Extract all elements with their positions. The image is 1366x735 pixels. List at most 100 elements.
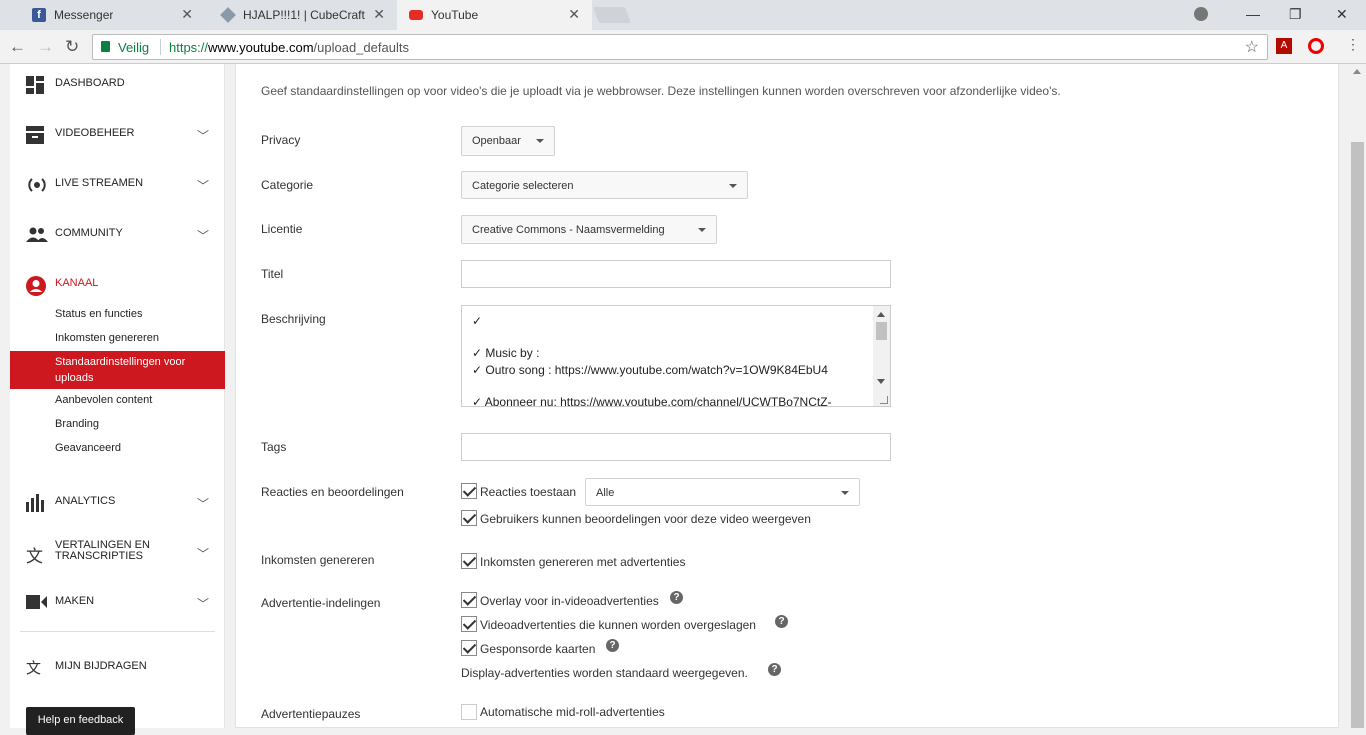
scroll-up-icon[interactable] xyxy=(877,312,885,317)
monetize-ads-checkbox[interactable] xyxy=(461,553,477,569)
category-label: Categorie xyxy=(261,178,314,192)
close-icon[interactable]: ✕ xyxy=(568,6,580,23)
sidebar-item-label: Dashboard xyxy=(55,77,125,89)
minimize-icon[interactable]: — xyxy=(1246,6,1260,22)
category-select[interactable]: Categorie selecteren xyxy=(461,171,748,199)
license-value: Creative Commons - Naamsvermelding xyxy=(472,224,665,236)
page-scroll-thumb[interactable] xyxy=(1351,142,1364,728)
address-bar[interactable]: Veilig https://www.youtube.com/upload_de… xyxy=(92,34,1268,60)
window-close-icon[interactable]: ✕ xyxy=(1336,6,1348,23)
community-icon xyxy=(26,226,48,242)
sidebar-item-kanaal[interactable]: Kanaal xyxy=(10,264,225,304)
ad-skippable-checkbox[interactable] xyxy=(461,616,477,632)
menu-icon[interactable]: ⋮ xyxy=(1346,36,1360,53)
comments-select[interactable]: Alle xyxy=(585,478,860,506)
description-line: ✓ Music by : xyxy=(472,346,540,360)
title-input[interactable] xyxy=(461,260,891,288)
sidebar-item-label: Videobeheer xyxy=(55,127,135,139)
ratings-visible-checkbox[interactable] xyxy=(461,510,477,526)
allow-comments-label: Reacties toestaan xyxy=(480,485,577,499)
chevron-down-icon: ﹀ xyxy=(196,179,209,193)
translate-icon: 文 xyxy=(26,547,43,566)
chevron-down-icon xyxy=(536,139,544,143)
back-icon[interactable]: ← xyxy=(9,37,26,57)
tags-label: Tags xyxy=(261,440,287,454)
monetize-label: Inkomsten genereren xyxy=(261,553,375,567)
help-icon[interactable]: ? xyxy=(670,591,683,604)
sidebar-sub-status[interactable]: Status en functies xyxy=(55,308,142,320)
ad-overlay-checkbox[interactable] xyxy=(461,592,477,608)
description-label: Beschrijving xyxy=(261,312,326,326)
pdf-extension-icon[interactable]: A xyxy=(1276,38,1292,54)
sidebar-item-community[interactable]: Community ﹀ xyxy=(10,214,225,254)
scroll-down-icon[interactable] xyxy=(877,379,885,384)
sidebar-item-vertalingen[interactable]: 文 Vertalingen en transcripties ﹀ xyxy=(10,532,225,572)
comments-value: Alle xyxy=(596,487,615,499)
chevron-down-icon xyxy=(841,491,849,495)
dashboard-icon xyxy=(26,76,46,94)
help-icon[interactable]: ? xyxy=(768,663,781,676)
tab-cubecraft[interactable]: HJALP!!!1! | CubeCraft Ga ✕ xyxy=(205,0,397,30)
sidebar-sub-advanced[interactable]: Geavanceerd xyxy=(55,442,121,454)
sidebar-sub-upload-defaults[interactable]: Standaardinstellingen voor uploads xyxy=(10,351,225,389)
analytics-icon xyxy=(26,494,46,512)
sidebar-item-videobeheer[interactable]: Videobeheer ﹀ xyxy=(10,114,225,154)
ratings-visible-label: Gebruikers kunnen beoordelingen voor dez… xyxy=(480,512,811,526)
scroll-up-icon[interactable] xyxy=(1353,69,1361,74)
sidebar-item-label: Analytics xyxy=(55,495,116,507)
tab-messenger[interactable]: f Messenger ✕ xyxy=(10,0,205,30)
opera-extension-icon[interactable] xyxy=(1308,38,1324,54)
allow-comments-checkbox[interactable] xyxy=(461,483,477,499)
restore-icon[interactable]: ❐ xyxy=(1289,6,1302,23)
contributions-icon: 文 xyxy=(26,660,42,677)
sidebar-item-dashboard[interactable]: Dashboard xyxy=(10,64,225,104)
reload-icon[interactable]: ↻ xyxy=(65,37,79,57)
comments-label: Reacties en beoordelingen xyxy=(261,485,404,499)
tags-input[interactable] xyxy=(461,433,891,461)
sidebar-sub-featured[interactable]: Aanbevolen content xyxy=(55,394,152,406)
tab-title: HJALP!!!1! | CubeCraft Ga xyxy=(243,8,368,22)
sidebar-item-analytics[interactable]: Analytics ﹀ xyxy=(10,482,225,522)
license-select[interactable]: Creative Commons - Naamsvermelding xyxy=(461,215,717,244)
close-icon[interactable]: ✕ xyxy=(181,6,193,23)
close-icon[interactable]: ✕ xyxy=(373,6,385,23)
sidebar-divider xyxy=(20,631,215,632)
sidebar-item-bijdragen[interactable]: 文 Mijn bijdragen xyxy=(10,647,225,687)
help-icon[interactable]: ? xyxy=(775,615,788,628)
ad-formats-label: Advertentie-indelingen xyxy=(261,596,381,610)
sidebar-sub-branding[interactable]: Branding xyxy=(55,418,99,430)
sidebar-sub-monetize[interactable]: Inkomsten genereren xyxy=(55,332,159,344)
profile-icon[interactable] xyxy=(1194,7,1208,21)
textarea-scroll-thumb[interactable] xyxy=(876,322,887,340)
chevron-down-icon xyxy=(729,184,737,188)
create-icon xyxy=(26,594,47,610)
textarea-scrollbar[interactable] xyxy=(873,306,890,406)
upload-defaults-panel: Geef standaardinstellingen op voor video… xyxy=(235,64,1339,728)
video-manager-icon xyxy=(26,126,46,144)
tab-bar: f Messenger ✕ HJALP!!!1! | CubeCraft Ga … xyxy=(0,0,1366,30)
forward-icon[interactable]: → xyxy=(37,37,54,57)
tab-title: YouTube xyxy=(431,8,479,22)
description-textarea[interactable]: ✓ ✓ Music by : ✓ Outro song : https://ww… xyxy=(461,305,891,407)
help-feedback-button[interactable]: Help en feedback xyxy=(26,707,135,735)
ad-cards-checkbox[interactable] xyxy=(461,640,477,656)
youtube-icon xyxy=(409,10,423,20)
description-line: ✓ Abonneer nu: https://www.youtube.com/c… xyxy=(472,395,832,407)
privacy-select[interactable]: Openbaar xyxy=(461,126,555,156)
help-icon[interactable]: ? xyxy=(606,639,619,652)
ad-skippable-label: Videoadvertenties die kunnen worden over… xyxy=(480,618,756,632)
page-scrollbar[interactable] xyxy=(1349,64,1366,728)
ad-overlay-label: Overlay voor in-videoadvertenties xyxy=(480,594,659,608)
privacy-value: Openbaar xyxy=(472,135,521,147)
tab-youtube[interactable]: YouTube ✕ xyxy=(397,0,592,30)
resize-handle-icon[interactable] xyxy=(880,396,888,404)
new-tab-button[interactable] xyxy=(593,7,631,23)
sidebar-item-maken[interactable]: Maken ﹀ xyxy=(10,582,225,622)
bookmark-star-icon[interactable]: ☆ xyxy=(1245,37,1259,57)
ad-midroll-checkbox[interactable] xyxy=(461,704,477,720)
toolbar: ← → ↻ Veilig https://www.youtube.com/upl… xyxy=(0,30,1366,64)
sidebar-item-live[interactable]: Live streamen ﹀ xyxy=(10,164,225,204)
cube-icon xyxy=(220,7,236,23)
intro-text: Geef standaardinstellingen op voor video… xyxy=(261,84,1061,98)
chevron-down-icon: ﹀ xyxy=(196,497,209,511)
